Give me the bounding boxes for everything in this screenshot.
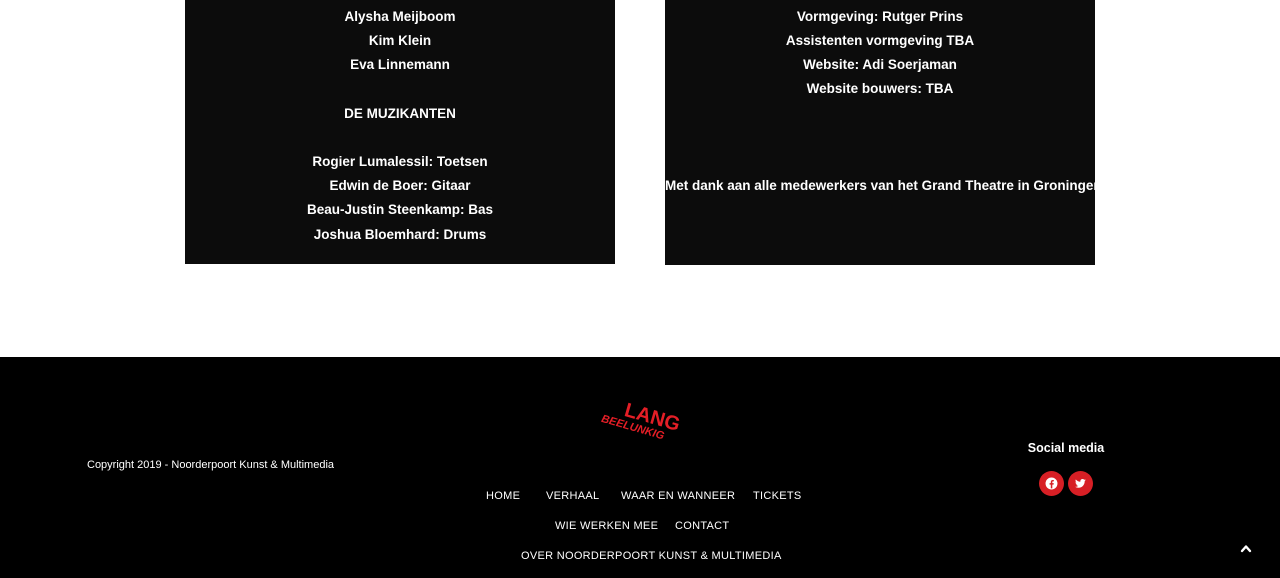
footer-nav-wie-werken-mee[interactable]: WIE WERKEN MEE — [555, 520, 658, 532]
footer-nav-over-noorderpoort[interactable]: OVER NOORDERPOORT KUNST & MULTIMEDIA — [521, 550, 782, 562]
credit-line: Kim Klein — [368, 33, 432, 48]
credit-line: Alysha Meijboom — [344, 9, 456, 24]
footer-nav-verhaal[interactable]: VERHAAL — [546, 490, 599, 502]
twitter-link[interactable] — [1068, 471, 1093, 496]
social-media-heading: Social media — [1027, 441, 1105, 455]
credits-panel-left: Alysha Meijboom Kim Klein Eva Linnemann … — [185, 0, 615, 264]
credit-line: Beau-Justin Steenkamp: Bas — [306, 202, 494, 217]
copyright-text: Copyright 2019 - Noorderpoort Kunst & Mu… — [87, 459, 335, 471]
credit-line: Edwin de Boer: Gitaar — [329, 178, 471, 193]
credits-panel-right: Vormgeving: Rutger Prins Assistenten vor… — [665, 0, 1102, 265]
credit-line: Eva Linnemann — [350, 57, 450, 72]
section-heading: DE MUZIKANTEN — [344, 106, 456, 121]
footer-nav-contact[interactable]: CONTACT — [675, 520, 729, 532]
scroll-to-top-button[interactable] — [1233, 537, 1259, 561]
thanks-line: Met dank aan alle medewerkers van het Gr… — [665, 178, 1102, 193]
footer-nav-home[interactable]: HOME — [486, 490, 520, 502]
footer-nav-waar-en-wanneer[interactable]: WAAR EN WANNEER — [621, 490, 735, 502]
twitter-icon — [1074, 479, 1086, 488]
chevron-up-icon — [1240, 545, 1252, 553]
footer-nav-tickets[interactable]: TICKETS — [753, 490, 802, 502]
credit-line: Vormgeving: Rutger Prins — [796, 9, 964, 24]
credit-line: Rogier Lumalessil: Toetsen — [312, 154, 488, 169]
credit-line: Joshua Bloemhard: Drums — [313, 227, 487, 242]
credit-line: Assistenten vormgeving TBA — [785, 33, 975, 48]
facebook-link[interactable] — [1039, 471, 1064, 496]
credit-line: Website: Adi Soerjaman — [803, 57, 957, 72]
facebook-icon — [1045, 477, 1058, 490]
credit-line: Website bouwers: TBA — [806, 81, 954, 96]
site-logo[interactable]: LANG BEELUNKIG — [594, 397, 690, 449]
site-footer: Copyright 2019 - Noorderpoort Kunst & Mu… — [0, 357, 1280, 578]
